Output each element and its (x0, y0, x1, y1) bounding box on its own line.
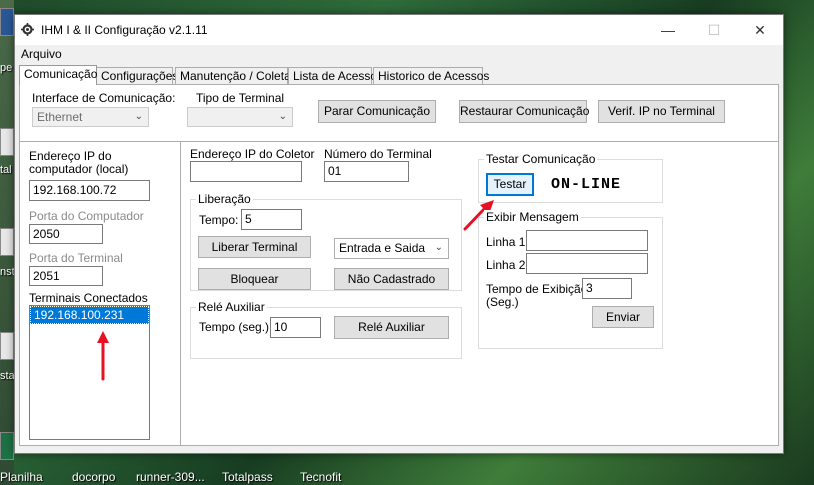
connected-terminals-list[interactable]: 192.168.100.231 (29, 305, 150, 440)
chevron-down-icon: ⌄ (278, 111, 287, 122)
not-registered-button[interactable]: Não Cadastrado (334, 268, 449, 290)
menu-arquivo[interactable]: Arquivo (21, 47, 62, 61)
taskbar-item[interactable]: docorpo (72, 470, 115, 484)
tab-manutencao-coleta[interactable]: Manutenção / Coleta (175, 67, 291, 84)
divider (20, 141, 778, 142)
message-group-title: Exibir Mensagem (484, 210, 581, 224)
terminal-number-input[interactable]: 01 (324, 161, 409, 182)
taskbar-item[interactable]: Totalpass (222, 470, 273, 484)
taskbar-item[interactable]: Planilha (0, 470, 43, 484)
list-item[interactable]: 192.168.100.231 (30, 306, 149, 324)
verify-ip-button[interactable]: Verif. IP no Terminal (598, 100, 725, 123)
terminal-port-input[interactable]: 2051 (29, 266, 103, 286)
tab-panel-comunicacao: Interface de Comunicação: Ethernet ⌄ Tip… (19, 84, 779, 446)
desktop-app-icon[interactable] (0, 228, 14, 256)
relay-button[interactable]: Relé Auxiliar (334, 316, 449, 339)
tab-configuracoes[interactable]: Configurações (96, 67, 178, 84)
tab-historico-acessos[interactable]: Historico de Acessos (373, 67, 489, 84)
taskbar-item[interactable]: runner-309... (136, 470, 205, 484)
direction-select[interactable]: Entrada e Saida ⌄ (334, 238, 449, 259)
connection-status: ON-LINE (551, 176, 622, 193)
divider (180, 142, 181, 445)
desktop-label: pe (0, 62, 13, 74)
display-time-input[interactable]: 3 (582, 278, 632, 299)
line1-label: Linha 1 (486, 235, 526, 249)
local-ip-input[interactable]: 192.168.100.72 (29, 180, 150, 201)
local-ip-label: Endereço IP do (29, 149, 112, 163)
menu-bar: Arquivo (15, 45, 783, 65)
terminal-type-label: Tipo de Terminal (196, 91, 285, 105)
interface-value: Ethernet (37, 110, 83, 124)
window-title: IHM I & II Configuração v2.1.11 (41, 23, 208, 37)
tab-lista-acesso[interactable]: Lista de Acesso (288, 67, 377, 84)
terminal-port-label: Porta do Terminal (29, 251, 123, 265)
title-bar[interactable]: IHM I & II Configuração v2.1.11 — ☐ ✕ (15, 15, 783, 45)
chevron-down-icon: ⌄ (434, 242, 443, 253)
connected-terminals-label: Terminais Conectados (29, 291, 148, 305)
line1-input[interactable] (526, 230, 648, 251)
interface-select: Ethernet ⌄ (32, 107, 149, 127)
minimize-button[interactable]: — (645, 15, 691, 45)
word-icon[interactable] (0, 8, 14, 36)
line2-label: Linha 2 (486, 258, 526, 272)
desktop-app-icon[interactable] (0, 128, 14, 156)
relay-time-label: Tempo (seg.) (199, 320, 270, 334)
desktop-app-icon[interactable] (0, 332, 14, 360)
collector-ip-input[interactable] (190, 161, 302, 182)
maximize-button: ☐ (707, 22, 721, 38)
block-button[interactable]: Bloquear (198, 268, 311, 290)
terminal-number-label: Número do Terminal (324, 147, 432, 161)
display-time-label: Tempo de Exibição (486, 282, 588, 296)
desktop-label: tal (0, 164, 12, 176)
relay-group-title: Relé Auxiliar (196, 300, 267, 314)
local-ip-label-2: computador (local) (29, 162, 129, 176)
chevron-down-icon: ⌄ (134, 111, 143, 122)
test-group-title: Testar Comunicação (484, 152, 598, 166)
tab-comunicacao[interactable]: Comunicação (19, 65, 97, 85)
release-time-label: Tempo: (199, 213, 239, 227)
app-window: IHM I & II Configuração v2.1.11 — ☐ ✕ Ar… (14, 14, 784, 454)
relay-time-input[interactable]: 10 (270, 317, 321, 338)
pc-port-label: Porta do Computador (29, 209, 144, 223)
interface-label: Interface de Comunicação: (32, 91, 176, 105)
gear-app-icon (21, 23, 34, 36)
desktop-label: sta (0, 370, 15, 382)
close-button[interactable]: ✕ (737, 15, 783, 45)
line2-input[interactable] (526, 253, 648, 274)
collector-ip-label: Endereço IP do Coletor (190, 147, 315, 161)
restore-communication-button[interactable]: Restaurar Comunicação (459, 100, 589, 123)
pc-port-input[interactable]: 2050 (29, 224, 103, 244)
display-time-unit-label: (Seg.) (486, 295, 519, 309)
terminal-type-select[interactable]: ⌄ (187, 107, 293, 127)
red-arrow-icon (97, 331, 109, 381)
test-button[interactable]: Testar (486, 173, 534, 196)
stop-communication-button[interactable]: Parar Comunicação (318, 100, 436, 123)
release-time-input[interactable]: 5 (241, 209, 302, 230)
release-group-title: Liberação (196, 192, 253, 206)
send-button[interactable]: Enviar (592, 306, 654, 328)
excel-icon[interactable] (0, 432, 14, 460)
direction-value: Entrada e Saida (339, 241, 426, 255)
taskbar-item[interactable]: Tecnofit (300, 470, 341, 484)
desktop-label: nst (0, 266, 15, 278)
release-terminal-button[interactable]: Liberar Terminal (198, 236, 311, 258)
